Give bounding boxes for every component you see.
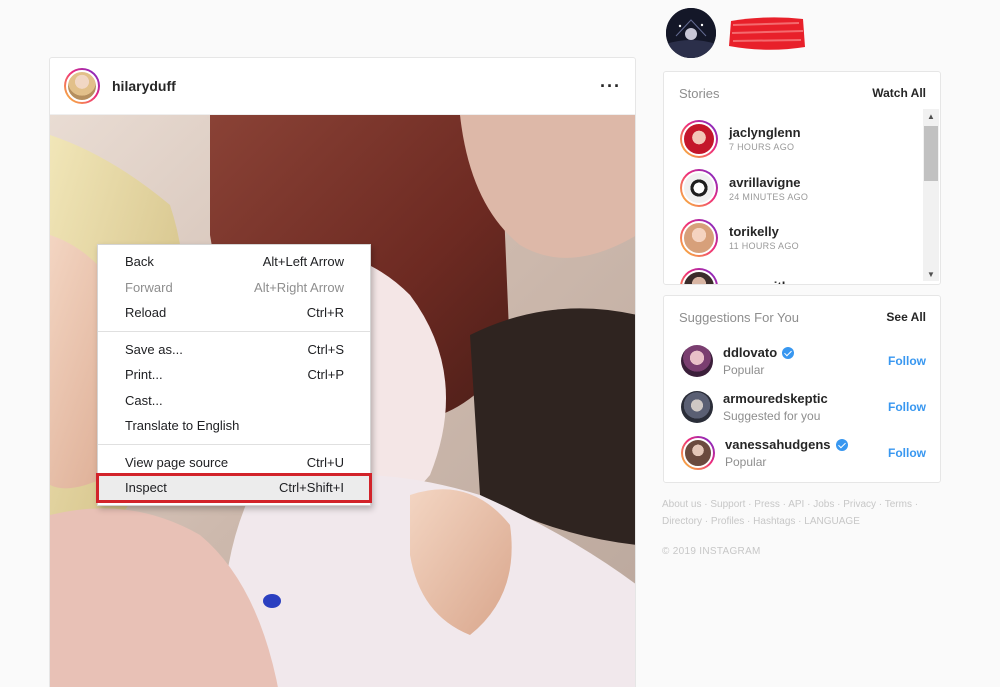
story-item[interactable]: jaclynglenn 7 HOURS AGO bbox=[680, 114, 940, 164]
watch-all-link[interactable]: Watch All bbox=[872, 86, 926, 100]
footer-link-press[interactable]: Press bbox=[754, 499, 780, 510]
suggestion-reason: Popular bbox=[725, 455, 767, 469]
footer-link-privacy[interactable]: Privacy bbox=[843, 499, 876, 510]
menu-item-forward[interactable]: Forward Alt+Right Arrow bbox=[98, 275, 370, 301]
menu-item-shortcut: Alt+Right Arrow bbox=[254, 279, 344, 295]
story-username: samsmith bbox=[729, 279, 790, 284]
menu-separator bbox=[98, 330, 370, 332]
menu-item-label: Translate to English bbox=[125, 418, 240, 434]
stories-panel: Stories Watch All jaclynglenn 7 HOURS AG… bbox=[663, 71, 941, 285]
suggestion-avatar[interactable] bbox=[681, 345, 713, 377]
story-item[interactable]: avrillavigne 24 MINUTES AGO bbox=[680, 164, 940, 214]
scrollbar-thumb[interactable] bbox=[924, 126, 938, 181]
stories-title: Stories bbox=[679, 85, 720, 101]
footer-link-directory[interactable]: Directory bbox=[662, 516, 702, 527]
footer-link-about[interactable]: About us bbox=[662, 499, 701, 510]
suggestion-reason: Suggested for you bbox=[723, 409, 821, 423]
story-time: 24 MINUTES AGO bbox=[729, 191, 809, 202]
story-time: 11 HOURS AGO bbox=[729, 241, 799, 252]
suggestion-username[interactable]: ddlovato bbox=[723, 345, 777, 360]
menu-item-shortcut: Ctrl+P bbox=[307, 367, 344, 383]
footer-link-jobs[interactable]: Jobs bbox=[813, 499, 834, 510]
suggestion-item: ddlovato Popular Follow bbox=[681, 338, 926, 384]
menu-item-save-as[interactable]: Save as... Ctrl+S bbox=[98, 337, 370, 363]
story-avatar bbox=[682, 270, 716, 284]
suggestion-username[interactable]: armouredskeptic bbox=[723, 391, 828, 406]
verified-badge-icon bbox=[835, 438, 848, 451]
suggestions-title: Suggestions For You bbox=[679, 309, 799, 325]
suggestions-header: Suggestions For You See All bbox=[664, 296, 940, 338]
footer-link-language[interactable]: LANGUAGE bbox=[804, 516, 860, 527]
menu-item-shortcut: Ctrl+U bbox=[306, 454, 344, 470]
suggestion-avatar[interactable] bbox=[681, 436, 715, 470]
copyright: © 2019 INSTAGRAM bbox=[662, 546, 761, 557]
story-item[interactable]: samsmith bbox=[680, 263, 940, 284]
menu-item-label: Forward bbox=[125, 279, 173, 295]
post-avatar[interactable] bbox=[64, 68, 100, 104]
story-username: avrillavigne bbox=[729, 174, 801, 190]
menu-item-label: Cast... bbox=[125, 392, 163, 408]
menu-item-reload[interactable]: Reload Ctrl+R bbox=[98, 300, 370, 326]
story-avatar bbox=[682, 121, 716, 156]
footer-links: About us · Support · Press · API · Jobs … bbox=[662, 499, 919, 527]
footer-link-hashtags[interactable]: Hashtags bbox=[753, 516, 795, 527]
stories-header: Stories Watch All bbox=[664, 72, 940, 114]
context-menu: Back Alt+Left Arrow Forward Alt+Right Ar… bbox=[96, 244, 372, 506]
story-item[interactable]: torikelly 11 HOURS AGO bbox=[680, 213, 940, 263]
menu-item-shortcut: Ctrl+R bbox=[306, 305, 344, 321]
footer-link-terms[interactable]: Terms bbox=[885, 499, 912, 510]
menu-item-translate[interactable]: Translate to English bbox=[98, 413, 370, 439]
footer-link-api[interactable]: API bbox=[788, 499, 804, 510]
post-header: hilaryduff ··· bbox=[50, 58, 635, 115]
story-avatar bbox=[682, 220, 716, 255]
post-username[interactable]: hilaryduff bbox=[112, 78, 176, 94]
menu-item-print[interactable]: Print... Ctrl+P bbox=[98, 362, 370, 388]
menu-separator bbox=[98, 443, 370, 445]
suggestion-item: armouredskeptic Suggested for you Follow bbox=[681, 384, 926, 430]
story-username: torikelly bbox=[729, 224, 779, 240]
menu-item-label: Reload bbox=[125, 305, 167, 321]
menu-item-shortcut: Alt+Left Arrow bbox=[262, 254, 344, 270]
suggestions-panel: Suggestions For You See All ddlovato Pop… bbox=[663, 295, 941, 483]
follow-button[interactable]: Follow bbox=[888, 400, 926, 414]
menu-item-label: Back bbox=[125, 254, 154, 270]
stories-list: jaclynglenn 7 HOURS AGO avrillavigne 24 … bbox=[664, 114, 940, 284]
menu-item-cast[interactable]: Cast... bbox=[98, 388, 370, 414]
suggestions-list: ddlovato Popular Follow armouredskeptic … bbox=[664, 338, 940, 476]
menu-item-shortcut: Ctrl+S bbox=[307, 341, 344, 357]
menu-item-inspect[interactable]: Inspect Ctrl+Shift+I bbox=[96, 473, 372, 503]
scroll-up-icon[interactable]: ▲ bbox=[923, 109, 939, 123]
more-horizontal-icon[interactable]: ··· bbox=[600, 76, 621, 97]
story-time: 7 HOURS AGO bbox=[729, 142, 795, 153]
see-all-link[interactable]: See All bbox=[886, 310, 926, 324]
follow-button[interactable]: Follow bbox=[888, 354, 926, 368]
menu-item-view-source[interactable]: View page source Ctrl+U bbox=[98, 450, 370, 476]
footer-link-support[interactable]: Support bbox=[710, 499, 745, 510]
follow-button[interactable]: Follow bbox=[888, 446, 926, 460]
menu-item-shortcut: Ctrl+Shift+I bbox=[278, 480, 344, 496]
menu-item-label: Print... bbox=[125, 367, 163, 383]
footer-link-profiles[interactable]: Profiles bbox=[711, 516, 744, 527]
story-username: jaclynglenn bbox=[729, 125, 801, 141]
story-avatar bbox=[682, 171, 716, 206]
menu-item-label: Save as... bbox=[125, 341, 183, 357]
suggestion-avatar[interactable] bbox=[681, 391, 713, 423]
suggestion-username[interactable]: vanessahudgens bbox=[725, 437, 831, 452]
stories-scrollbar[interactable]: ▲ ▼ bbox=[923, 109, 939, 281]
scroll-down-icon[interactable]: ▼ bbox=[923, 267, 939, 281]
menu-item-back[interactable]: Back Alt+Left Arrow bbox=[98, 249, 370, 275]
suggestion-item: vanessahudgens Popular Follow bbox=[681, 430, 926, 476]
menu-item-label: Inspect bbox=[125, 480, 167, 496]
verified-badge-icon bbox=[782, 346, 795, 359]
suggestion-reason: Popular bbox=[723, 363, 765, 377]
concert-photo bbox=[666, 8, 716, 58]
current-user-avatar[interactable] bbox=[666, 8, 716, 58]
redacted-username bbox=[729, 17, 805, 50]
menu-item-label: View page source bbox=[125, 454, 229, 470]
